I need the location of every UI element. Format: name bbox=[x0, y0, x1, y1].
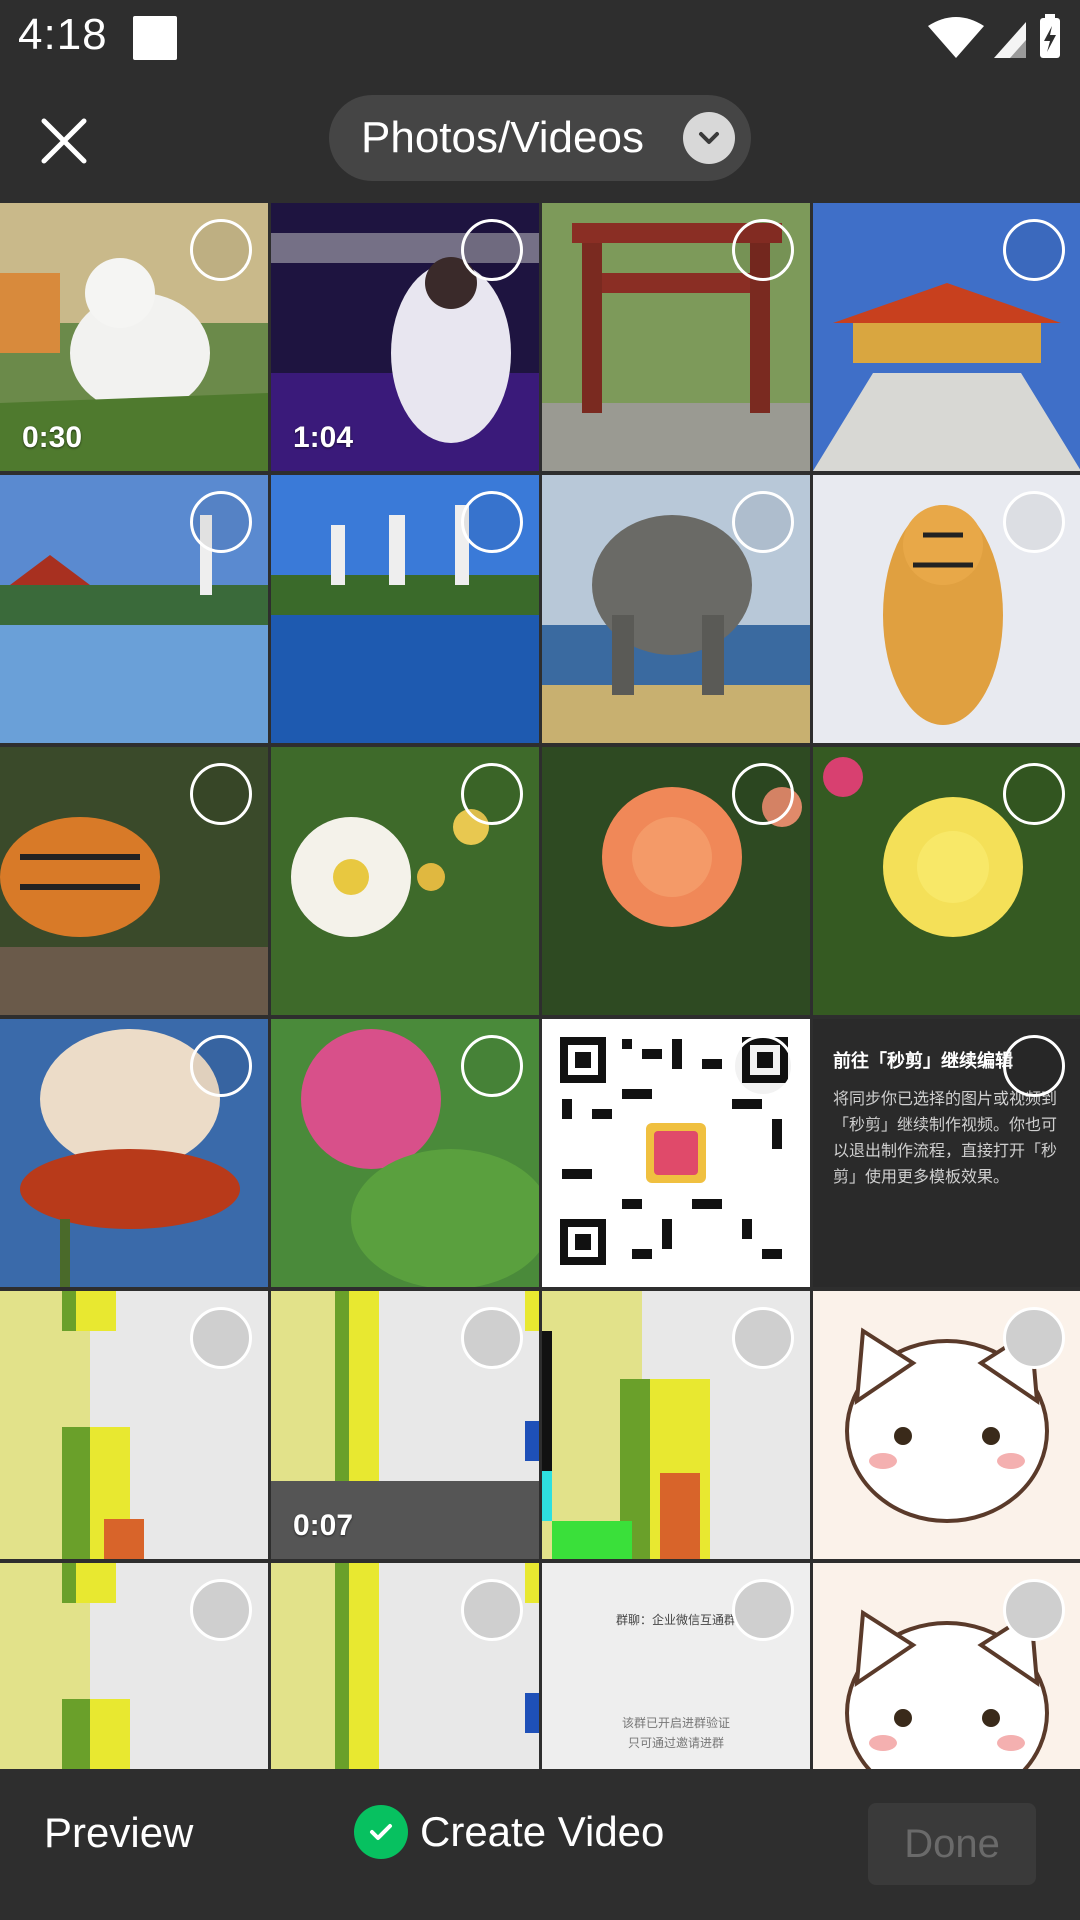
select-circle[interactable] bbox=[190, 763, 252, 825]
media-tile[interactable] bbox=[542, 1019, 810, 1287]
media-tile[interactable]: 0:30 bbox=[0, 203, 268, 471]
select-circle[interactable] bbox=[1003, 1307, 1065, 1369]
select-circle[interactable] bbox=[1003, 491, 1065, 553]
select-circle[interactable] bbox=[732, 1307, 794, 1369]
media-tile[interactable] bbox=[271, 1019, 539, 1287]
media-tile[interactable] bbox=[0, 1019, 268, 1287]
select-circle[interactable] bbox=[1003, 219, 1065, 281]
group-verify-line1: 该群已开启进群验证 bbox=[621, 1716, 730, 1730]
media-tile[interactable]: 1:04 bbox=[271, 203, 539, 471]
select-circle[interactable] bbox=[461, 491, 523, 553]
status-icons bbox=[928, 14, 1060, 58]
media-tile[interactable] bbox=[542, 475, 810, 743]
media-tile[interactable] bbox=[0, 1563, 268, 1769]
media-tile[interactable]: 0:07 bbox=[271, 1291, 539, 1559]
select-circle[interactable] bbox=[190, 1579, 252, 1641]
album-selector[interactable]: Photos/Videos bbox=[329, 95, 751, 181]
media-tile[interactable] bbox=[813, 1563, 1080, 1769]
media-tile[interactable] bbox=[813, 203, 1080, 471]
status-bar: 4:18 bbox=[0, 0, 1080, 75]
media-tile[interactable] bbox=[813, 747, 1080, 1015]
group-verify-line2: 只可通过邀请进群 bbox=[627, 1736, 724, 1750]
video-duration: 0:07 bbox=[293, 1509, 354, 1542]
cell-signal-icon bbox=[994, 22, 1026, 58]
notice-body: 将同步你已选择的图片或视频到「秒剪」继续制作视频。你也可以退出制作流程，直接打开… bbox=[833, 1091, 1058, 1186]
media-tile[interactable] bbox=[542, 203, 810, 471]
media-grid: 0:30 1:04 前往「秒剪」继续编辑 将同步你已选择的图片或视频到「秒剪」继… bbox=[0, 203, 1080, 1769]
select-circle[interactable] bbox=[732, 491, 794, 553]
top-bar: Photos/Videos bbox=[0, 75, 1080, 203]
select-circle[interactable] bbox=[190, 1035, 252, 1097]
chevron-down-icon bbox=[683, 112, 735, 164]
media-tile[interactable] bbox=[542, 747, 810, 1015]
battery-charging-icon bbox=[1040, 14, 1060, 58]
select-circle[interactable] bbox=[1003, 1035, 1065, 1097]
select-circle[interactable] bbox=[1003, 763, 1065, 825]
select-circle[interactable] bbox=[461, 1579, 523, 1641]
video-duration: 1:04 bbox=[293, 421, 354, 454]
bottom-bar: Preview Create Video Done bbox=[0, 1769, 1080, 1920]
media-tile[interactable]: 群聊：企业微信互通群 该群已开启进群验证 只可通过邀请进群 bbox=[542, 1563, 810, 1769]
select-circle[interactable] bbox=[461, 763, 523, 825]
media-tile[interactable] bbox=[271, 475, 539, 743]
create-video-label: Create Video bbox=[420, 1808, 665, 1855]
notification-square-icon bbox=[133, 16, 177, 60]
select-circle[interactable] bbox=[732, 763, 794, 825]
select-circle[interactable] bbox=[461, 1307, 523, 1369]
select-circle[interactable] bbox=[190, 1307, 252, 1369]
group-verify-note: 该群已开启进群验证 只可通过邀请进群 bbox=[552, 1713, 800, 1753]
media-tile[interactable] bbox=[271, 747, 539, 1015]
select-circle[interactable] bbox=[1003, 1579, 1065, 1641]
done-button[interactable]: Done bbox=[868, 1803, 1036, 1885]
close-icon bbox=[41, 118, 87, 164]
media-tile[interactable]: 前往「秒剪」继续编辑 将同步你已选择的图片或视频到「秒剪」继续制作视频。你也可以… bbox=[813, 1019, 1080, 1287]
check-circle-icon bbox=[354, 1805, 408, 1859]
media-tile[interactable] bbox=[542, 1291, 810, 1559]
video-duration: 0:30 bbox=[22, 421, 83, 454]
close-button[interactable] bbox=[36, 113, 92, 169]
media-tile[interactable] bbox=[0, 475, 268, 743]
select-circle[interactable] bbox=[461, 219, 523, 281]
select-circle[interactable] bbox=[732, 1579, 794, 1641]
status-time: 4:18 bbox=[18, 10, 108, 59]
preview-button[interactable]: Preview bbox=[44, 1809, 193, 1857]
select-circle[interactable] bbox=[461, 1035, 523, 1097]
media-tile[interactable] bbox=[0, 1291, 268, 1559]
select-circle[interactable] bbox=[732, 1035, 794, 1097]
select-circle[interactable] bbox=[732, 219, 794, 281]
create-video-toggle[interactable]: Create Video bbox=[354, 1805, 664, 1859]
select-circle[interactable] bbox=[190, 219, 252, 281]
album-label: Photos/Videos bbox=[361, 113, 644, 162]
media-tile[interactable] bbox=[0, 747, 268, 1015]
media-tile[interactable] bbox=[813, 475, 1080, 743]
media-tile[interactable] bbox=[813, 1291, 1080, 1559]
media-tile[interactable] bbox=[271, 1563, 539, 1769]
select-circle[interactable] bbox=[190, 491, 252, 553]
wifi-icon bbox=[928, 17, 984, 58]
